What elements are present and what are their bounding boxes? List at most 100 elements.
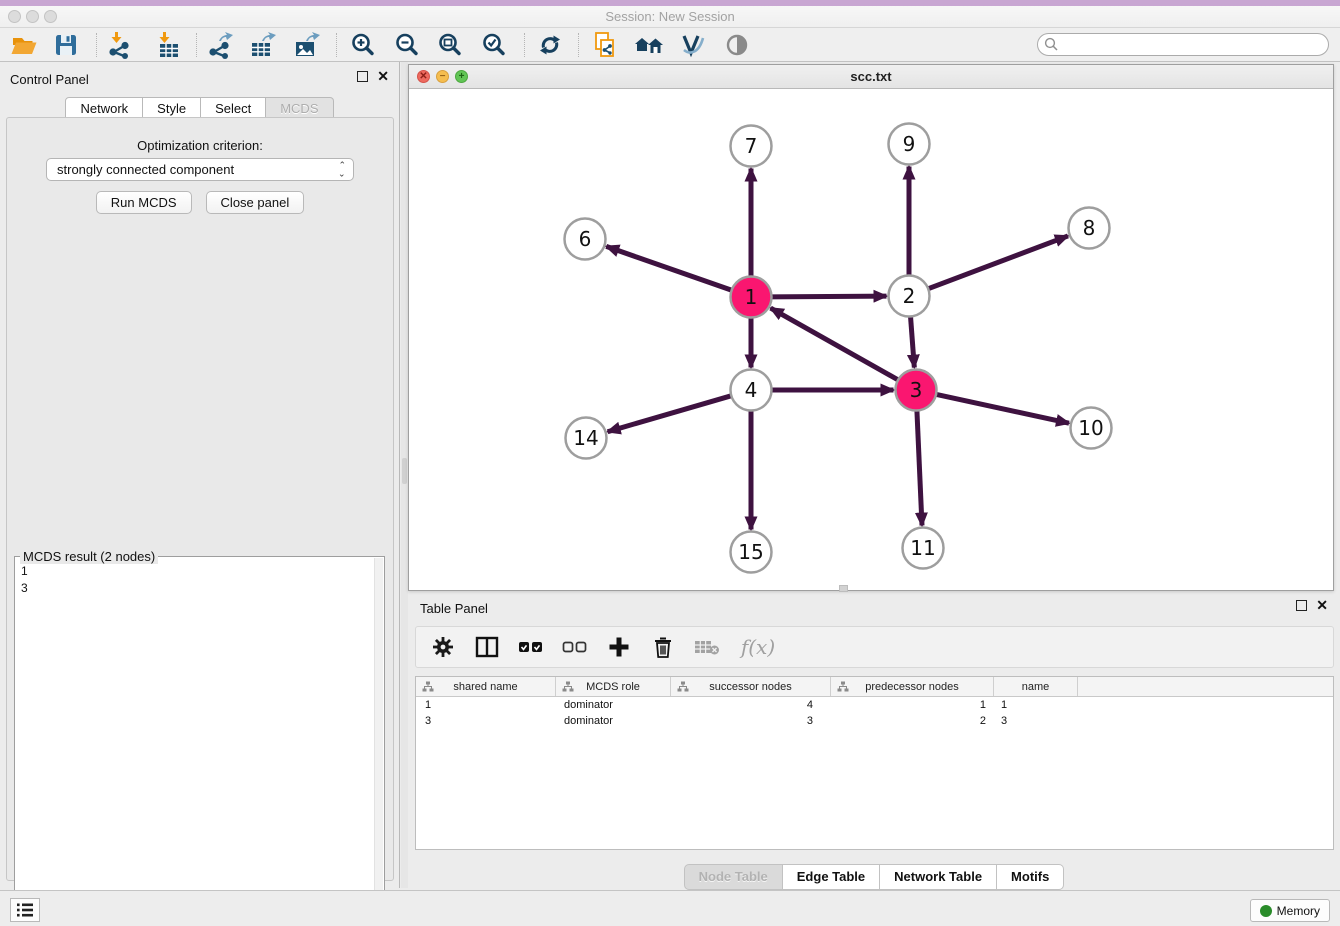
graph-edge-3-10[interactable] [934,394,1069,423]
graph-node-1[interactable]: 1 [731,277,772,318]
gear-icon [432,636,454,658]
graph-node-9[interactable]: 9 [889,124,930,165]
column-header-shared-name[interactable]: shared name [416,677,556,696]
deselect-all-rows-button[interactable] [560,632,590,662]
network-window-titlebar[interactable]: ✕ − + scc.txt [409,65,1333,89]
minimize-window-button[interactable] [26,10,39,23]
export-network-button[interactable] [201,30,237,60]
clone-network-button[interactable] [587,30,623,60]
column-edit-icon [837,681,849,693]
import-network-button[interactable] [101,30,137,60]
graph-node-2[interactable]: 2 [889,276,930,317]
zoom-selected-button[interactable] [476,30,512,60]
graph-edge-3-1[interactable] [771,308,900,381]
cell-predecessor-nodes[interactable]: 2 [831,713,994,729]
memory-button[interactable]: Memory [1250,899,1330,922]
save-session-button[interactable] [48,30,84,60]
graph-edge-2-8[interactable] [926,236,1068,290]
cell-shared-name[interactable]: 1 [416,697,556,713]
zoom-out-button[interactable] [389,30,425,60]
tab-motifs[interactable]: Motifs [997,864,1064,890]
graph-node-15[interactable]: 15 [731,532,772,573]
column-header-name[interactable]: name [994,677,1078,696]
apply-style-button[interactable] [675,30,711,60]
graph-edge-2-3[interactable] [910,314,914,367]
close-view-button[interactable]: ✕ [417,70,430,83]
show-columns-button[interactable] [472,632,502,662]
tab-node-table[interactable]: Node Table [684,864,783,890]
panel-splitter[interactable] [401,62,408,888]
graph-edge-4-14[interactable] [608,395,734,432]
criterion-select[interactable]: strongly connected component ⌃⌃ [46,158,354,181]
resize-grip[interactable] [839,585,848,592]
graph-node-8[interactable]: 8 [1069,208,1110,249]
graph-node-10[interactable]: 10 [1071,408,1112,449]
delete-table-button[interactable] [692,632,722,662]
birds-eye-toggle-button[interactable] [719,30,755,60]
close-table-panel-icon[interactable]: ✕ [1316,600,1328,611]
close-panel-icon[interactable]: ✕ [377,71,389,82]
graph-node-14[interactable]: 14 [566,418,607,459]
graph-node-6[interactable]: 6 [565,219,606,260]
graph-node-7[interactable]: 7 [731,126,772,167]
zoom-fit-button[interactable] [432,30,468,60]
graph-node-label: 6 [579,227,592,251]
export-table-button[interactable] [244,30,280,60]
graph-edge-1-2[interactable] [769,296,886,297]
network-canvas[interactable]: 7 9 6 8 1 2 4 3 14 10 15 11 [409,89,1333,590]
minimize-view-button[interactable]: − [436,70,449,83]
table-settings-button[interactable] [428,632,458,662]
cell-shared-name[interactable]: 3 [416,713,556,729]
select-all-rows-button[interactable] [516,632,546,662]
graph-edge-3-11[interactable] [917,408,922,525]
style-v-icon [679,32,707,58]
tab-network-table[interactable]: Network Table [880,864,997,890]
graph-node-label: 10 [1078,416,1103,440]
function-builder-button[interactable]: f(x) [736,632,780,662]
apply-layout-button[interactable] [532,30,568,60]
import-table-button[interactable] [149,30,185,60]
open-session-button[interactable] [6,30,42,60]
cell-successor-nodes[interactable]: 3 [671,713,831,729]
result-scrollbar[interactable] [374,558,383,922]
splitter-grip[interactable] [402,458,407,484]
run-mcds-button[interactable]: Run MCDS [96,191,192,214]
graph-node-11[interactable]: 11 [903,528,944,569]
toolbar-separator [578,33,579,57]
export-image-button[interactable] [288,30,324,60]
close-window-button[interactable] [8,10,21,23]
column-header-mcds-role[interactable]: MCDS role [556,677,671,696]
home-button[interactable] [631,30,667,60]
cell-mcds-role[interactable]: dominator [556,713,671,729]
table-row[interactable]: 1 dominator 4 1 1 [416,697,1333,713]
graph-node-label: 3 [910,378,923,402]
maximize-view-button[interactable]: + [455,70,468,83]
delete-column-button[interactable] [648,632,678,662]
float-panel-icon[interactable] [357,71,368,82]
delete-table-icon [694,637,720,657]
optimization-criterion-label: Optimization criterion: [7,138,393,153]
zoom-in-button[interactable] [345,30,381,60]
graph-edge-1-6[interactable] [606,246,733,290]
main-toolbar [0,28,1340,62]
graph-node-3[interactable]: 3 [896,370,937,411]
export-table-icon [248,31,276,59]
close-panel-button[interactable]: Close panel [206,191,305,214]
column-header-successor-nodes[interactable]: successor nodes [671,677,831,696]
search-input[interactable] [1059,35,1328,54]
zoom-window-button[interactable] [44,10,57,23]
cell-predecessor-nodes[interactable]: 1 [831,697,994,713]
mcds-result-text[interactable]: 1 3 [17,563,372,921]
create-column-button[interactable] [604,632,634,662]
graph-node-4[interactable]: 4 [731,370,772,411]
cell-successor-nodes[interactable]: 4 [671,697,831,713]
column-header-predecessor-nodes[interactable]: predecessor nodes [831,677,994,696]
cell-name[interactable]: 3 [994,713,1078,729]
task-history-button[interactable] [10,898,40,922]
tab-edge-table[interactable]: Edge Table [783,864,880,890]
cell-mcds-role[interactable]: dominator [556,697,671,713]
home-icon [634,32,664,58]
table-row[interactable]: 3 dominator 3 2 3 [416,713,1333,729]
float-table-panel-icon[interactable] [1296,600,1307,611]
cell-name[interactable]: 1 [994,697,1078,713]
